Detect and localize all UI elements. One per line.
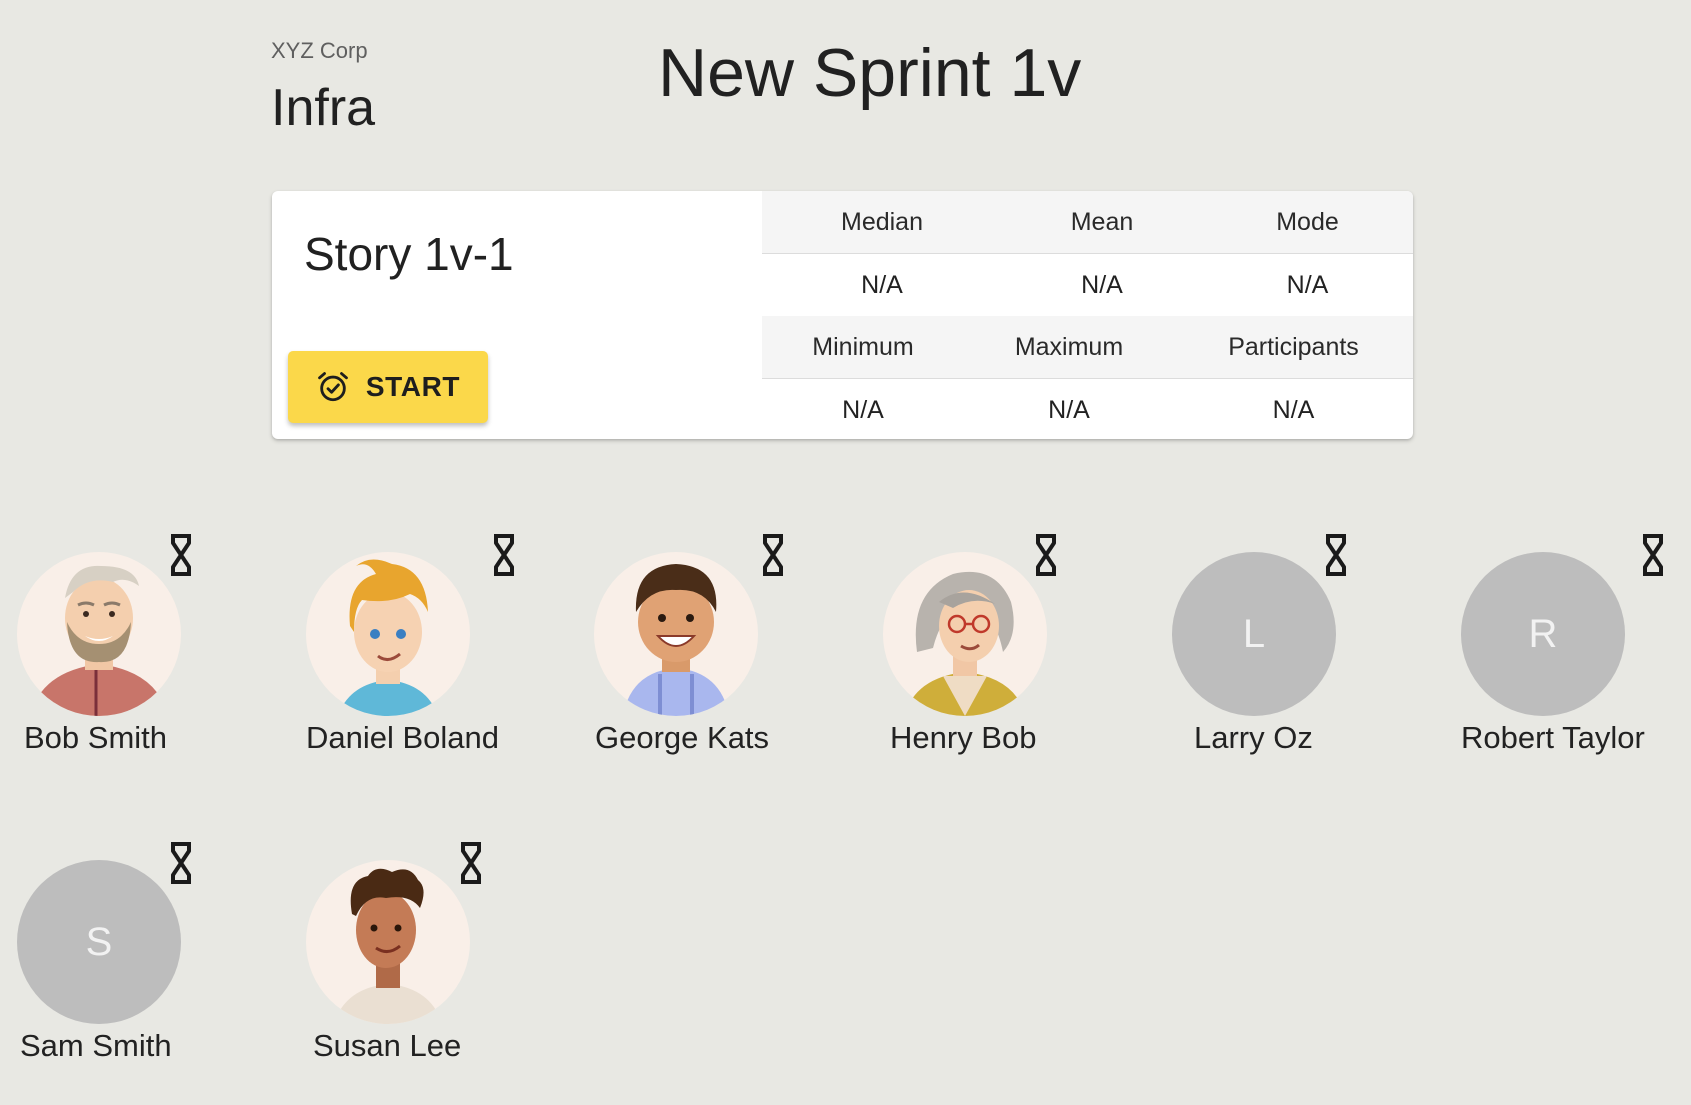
participant-card: S Sam Smith [0, 833, 260, 1073]
participant-card: L Larry Oz [1156, 525, 1416, 765]
participant-name: Robert Taylor [1461, 720, 1645, 755]
stat-value-median: N/A [861, 270, 903, 299]
participant-name: George Kats [595, 720, 770, 755]
stat-value-minimum: N/A [842, 395, 884, 424]
stat-value-mode: N/A [1286, 270, 1329, 299]
stats-header-row: Median Mean Mode [762, 191, 1413, 254]
hourglass-icon [458, 841, 484, 885]
avatar: R [1461, 552, 1625, 716]
start-button[interactable]: START [288, 351, 488, 423]
hourglass-icon [168, 841, 194, 885]
hourglass-icon [1033, 533, 1059, 577]
team-name: Infra [271, 79, 376, 137]
stat-header-maximum: Maximum [1014, 332, 1124, 361]
stats-value-row: N/A N/A N/A [762, 254, 1413, 316]
story-title: Story 1v-1 [304, 228, 514, 280]
stats-value-row: N/A N/A N/A [762, 379, 1413, 439]
participant-name: Sam Smith [20, 1028, 172, 1063]
avatar: S [17, 860, 181, 1024]
participant-card: R Robert Taylor [1444, 525, 1691, 765]
stat-header-median: Median [841, 207, 923, 236]
stats-header-row: Minimum Maximum Participants [762, 316, 1413, 379]
stat-value-mean: N/A [1081, 270, 1123, 299]
hourglass-icon [491, 533, 517, 577]
participant-card: Susan Lee [289, 833, 549, 1073]
organization-name: XYZ Corp [271, 38, 368, 63]
stats-table: Median Mean Mode N/A N/A N/A Minimum Max… [762, 191, 1413, 439]
avatar [883, 552, 1047, 716]
participant-card: Daniel Boland [289, 525, 549, 765]
participant-card: Bob Smith [0, 525, 260, 765]
participant-card: Henry Bob [867, 525, 1127, 765]
hourglass-icon [168, 533, 194, 577]
avatar: L [1172, 552, 1336, 716]
participant-name: Susan Lee [313, 1028, 462, 1063]
participant-name: Daniel Boland [306, 720, 500, 755]
hourglass-icon [1640, 533, 1666, 577]
alarm-clock-check-icon [316, 370, 350, 404]
sprint-title: New Sprint 1v [658, 35, 1082, 111]
participant-card: George Kats [578, 525, 838, 765]
stat-header-participants: Participants [1228, 332, 1359, 361]
avatar [594, 552, 758, 716]
avatar [306, 860, 470, 1024]
avatar [17, 552, 181, 716]
hourglass-icon [760, 533, 786, 577]
participant-name: Larry Oz [1194, 720, 1313, 755]
story-card: Story 1v-1 START Median Mean Mode N/A N/… [272, 191, 1413, 439]
hourglass-icon [1323, 533, 1349, 577]
participant-name: Henry Bob [890, 720, 1037, 755]
stat-value-maximum: N/A [1048, 395, 1090, 424]
start-button-label: START [365, 371, 461, 402]
avatar [306, 552, 470, 716]
stat-header-mean: Mean [1070, 207, 1134, 236]
stat-value-participants: N/A [1272, 395, 1315, 424]
participant-name: Bob Smith [24, 720, 168, 755]
stat-header-minimum: Minimum [812, 332, 914, 361]
stat-header-mode: Mode [1276, 207, 1339, 236]
